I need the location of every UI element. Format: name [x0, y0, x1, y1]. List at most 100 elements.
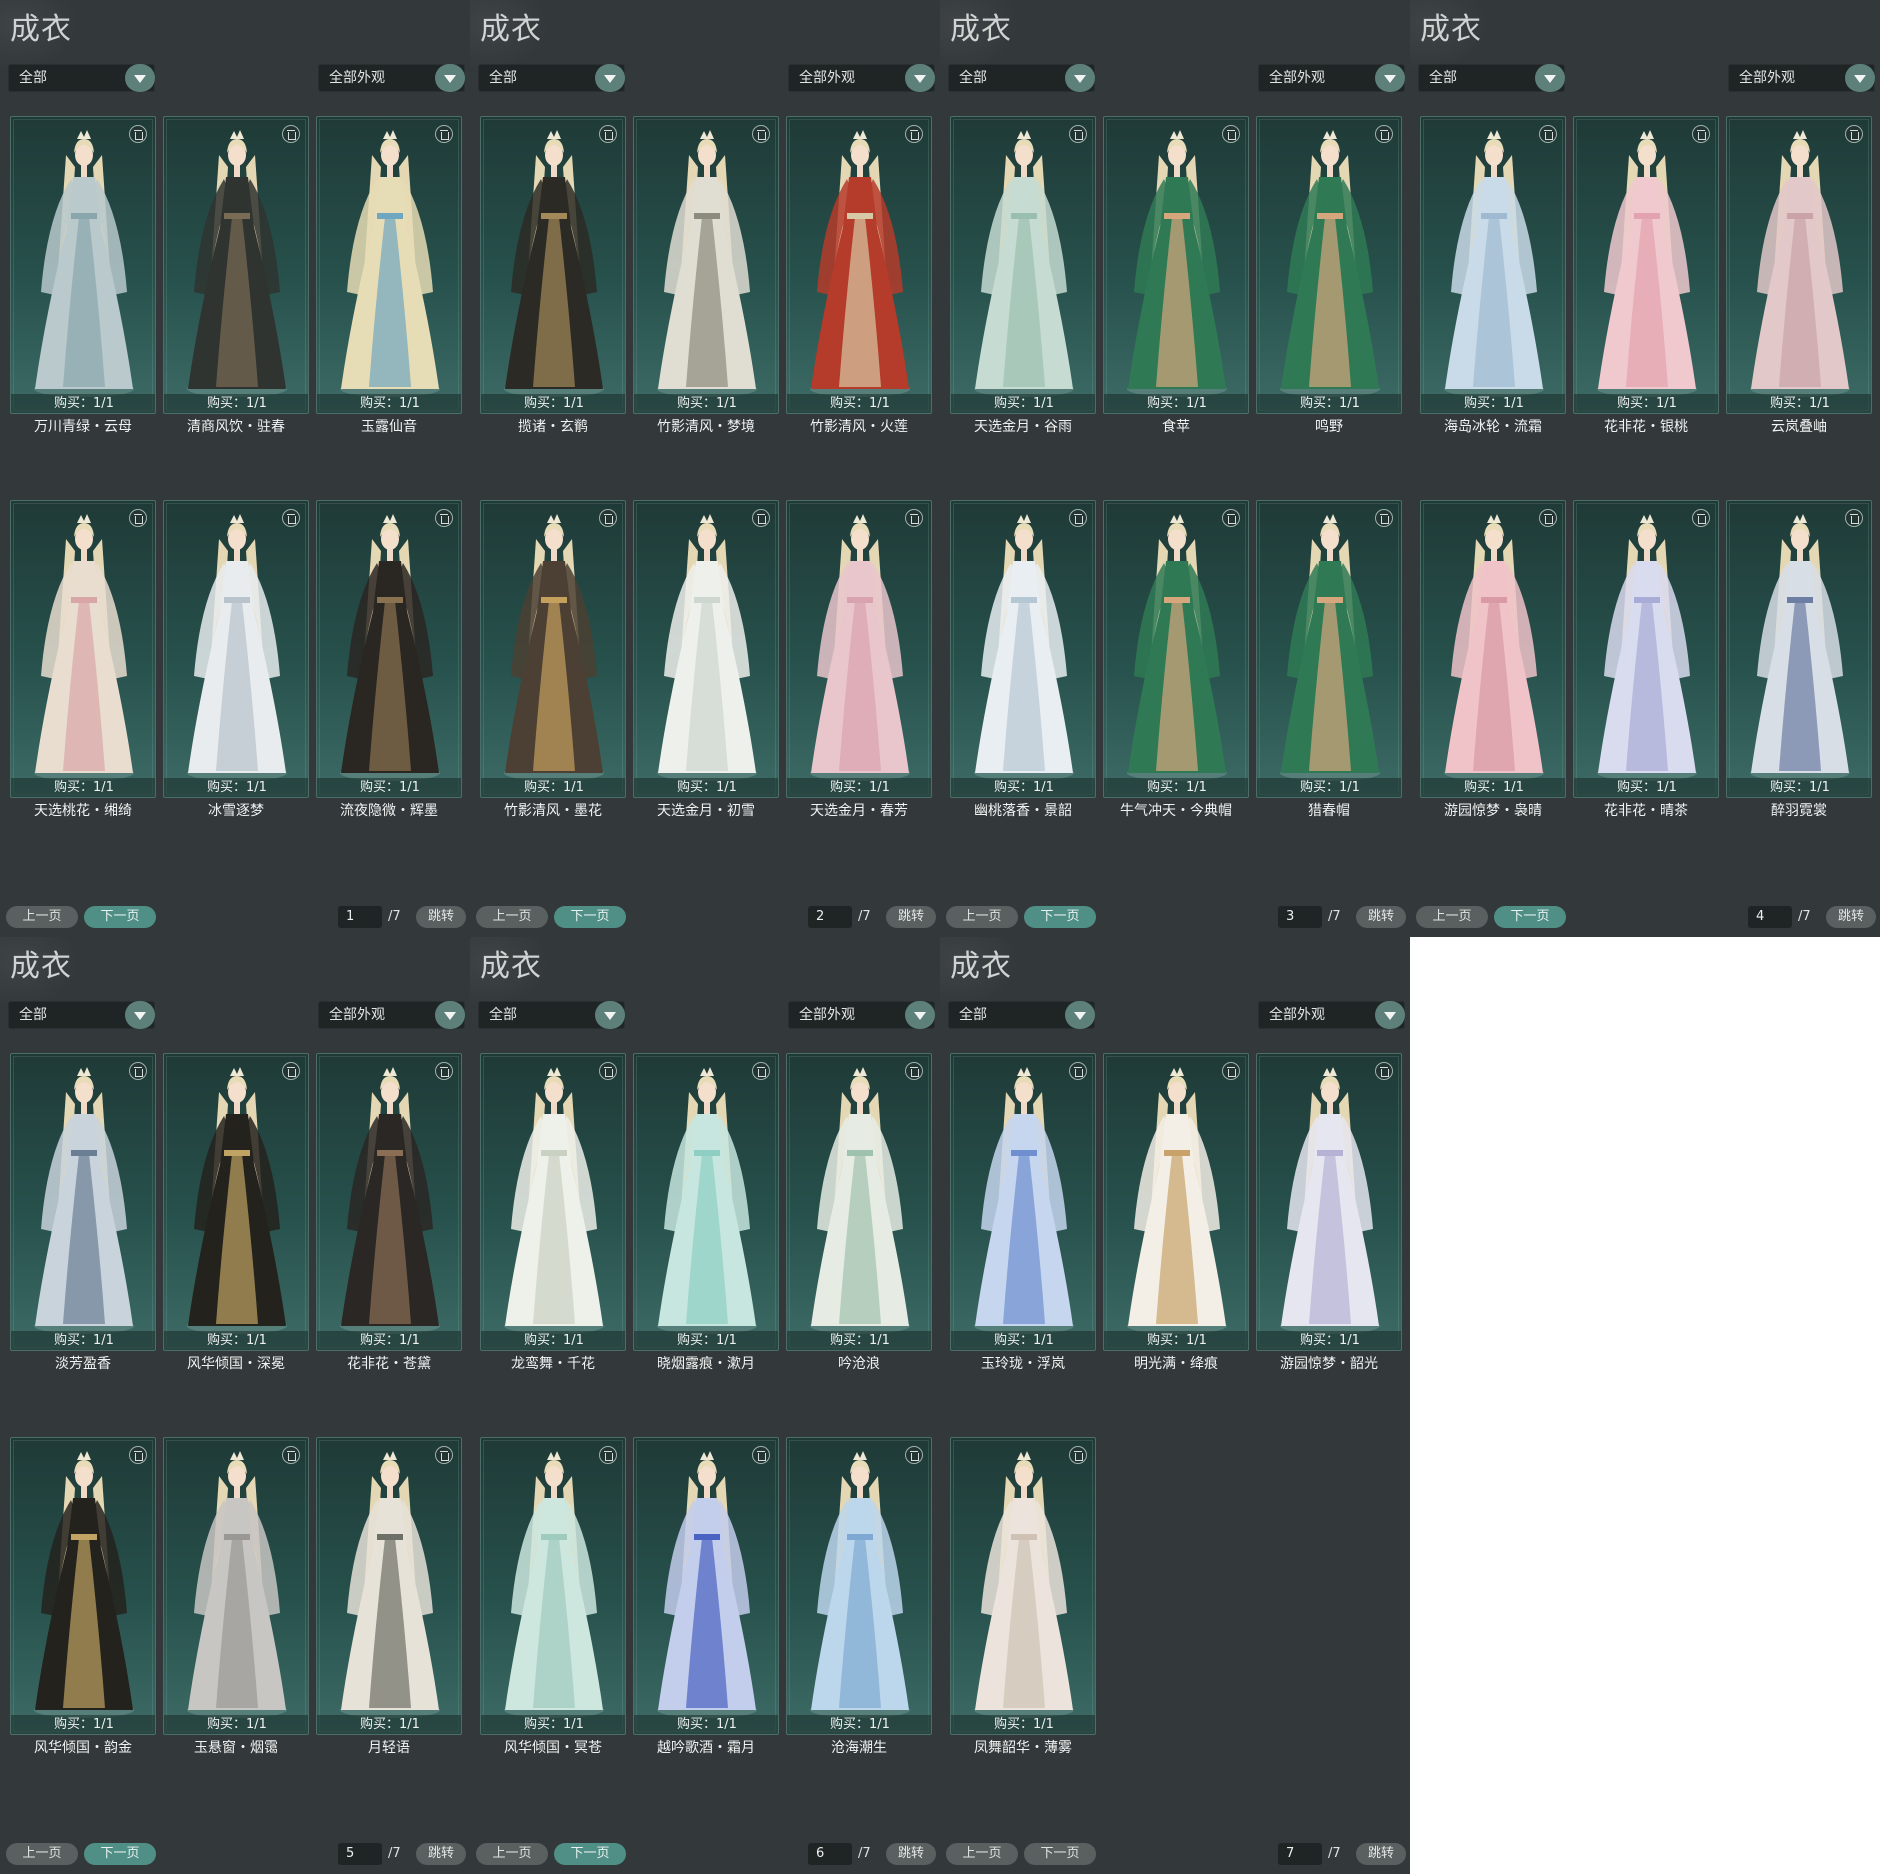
outfit-preview[interactable]: 购买：1/1 [480, 1053, 626, 1351]
outfit-card[interactable]: 购买：1/1 龙鸾舞・千花 [480, 1053, 626, 1372]
page-number-input[interactable]: 2 [808, 906, 852, 928]
prev-page-button[interactable]: 上一页 [1416, 906, 1488, 928]
chevron-down-icon[interactable] [125, 1001, 155, 1029]
outfit-card[interactable]: 购买：1/1 风华倾国・深冕 [163, 1053, 309, 1372]
outfit-card[interactable]: 购买：1/1 天选桃花・缃绮 [10, 500, 156, 819]
outfit-card[interactable]: 购买：1/1 淡芳盈香 [10, 1053, 156, 1372]
outfit-card[interactable]: 购买：1/1 吟沧浪 [786, 1053, 932, 1372]
outfit-preview[interactable]: 购买：1/1 [950, 116, 1096, 414]
chevron-down-icon[interactable] [595, 64, 625, 92]
trash-icon[interactable] [905, 1062, 923, 1080]
trash-icon[interactable] [599, 125, 617, 143]
outfit-preview[interactable]: 购买：1/1 [1573, 500, 1719, 798]
outfit-card[interactable]: 购买：1/1 竹影清风・梦境 [633, 116, 779, 435]
trash-icon[interactable] [1692, 125, 1710, 143]
outfit-card[interactable]: 购买：1/1 流夜隐微・辉墨 [316, 500, 462, 819]
trash-icon[interactable] [1375, 509, 1393, 527]
outfit-preview[interactable]: 购买：1/1 [633, 1437, 779, 1735]
category-filter-dropdown[interactable]: 全部 [8, 1001, 155, 1029]
outfit-card[interactable]: 购买：1/1 清商风饮・驻春 [163, 116, 309, 435]
trash-icon[interactable] [129, 509, 147, 527]
outfit-card[interactable]: 购买：1/1 食苹 [1103, 116, 1249, 435]
page-number-input[interactable]: 5 [338, 1843, 382, 1865]
outfit-preview[interactable]: 购买：1/1 [163, 1437, 309, 1735]
trash-icon[interactable] [1845, 509, 1863, 527]
jump-button[interactable]: 跳转 [1826, 906, 1876, 928]
outfit-card[interactable]: 购买：1/1 花非花・苍黛 [316, 1053, 462, 1372]
outfit-card[interactable]: 购买：1/1 明光满・绛痕 [1103, 1053, 1249, 1372]
outfit-card[interactable]: 购买：1/1 幽桃落香・景韶 [950, 500, 1096, 819]
trash-icon[interactable] [1069, 509, 1087, 527]
trash-icon[interactable] [1539, 509, 1557, 527]
outfit-card[interactable]: 购买：1/1 游园惊梦・韶光 [1256, 1053, 1402, 1372]
jump-button[interactable]: 跳转 [1356, 1843, 1406, 1865]
outfit-preview[interactable]: 购买：1/1 [1256, 500, 1402, 798]
outfit-preview[interactable]: 购买：1/1 [10, 116, 156, 414]
trash-icon[interactable] [1845, 125, 1863, 143]
trash-icon[interactable] [1069, 125, 1087, 143]
outfit-card[interactable]: 购买：1/1 越吟歌酒・霜月 [633, 1437, 779, 1756]
next-page-button[interactable]: 下一页 [1024, 906, 1096, 928]
trash-icon[interactable] [905, 125, 923, 143]
chevron-down-icon[interactable] [1375, 1001, 1405, 1029]
trash-icon[interactable] [1375, 1062, 1393, 1080]
outfit-card[interactable]: 购买：1/1 晓烟露痕・漱月 [633, 1053, 779, 1372]
next-page-button[interactable]: 下一页 [84, 1843, 156, 1865]
outfit-preview[interactable]: 购买：1/1 [480, 500, 626, 798]
chevron-down-icon[interactable] [1065, 1001, 1095, 1029]
chevron-down-icon[interactable] [435, 1001, 465, 1029]
next-page-button[interactable]: 下一页 [1494, 906, 1566, 928]
page-number-input[interactable]: 3 [1278, 906, 1322, 928]
trash-icon[interactable] [1222, 125, 1240, 143]
trash-icon[interactable] [435, 125, 453, 143]
outfit-card[interactable]: 购买：1/1 天选金月・初雪 [633, 500, 779, 819]
trash-icon[interactable] [129, 1062, 147, 1080]
category-filter-dropdown[interactable]: 全部 [1418, 64, 1565, 92]
next-page-button[interactable]: 下一页 [84, 906, 156, 928]
trash-icon[interactable] [1069, 1446, 1087, 1464]
outfit-preview[interactable]: 购买：1/1 [316, 500, 462, 798]
outfit-card[interactable]: 购买：1/1 鸣野 [1256, 116, 1402, 435]
outfit-preview[interactable]: 购买：1/1 [950, 500, 1096, 798]
appearance-filter-dropdown[interactable]: 全部外观 [788, 1001, 935, 1029]
outfit-card[interactable]: 购买：1/1 海岛冰轮・流霜 [1420, 116, 1566, 435]
prev-page-button[interactable]: 上一页 [476, 906, 548, 928]
outfit-preview[interactable]: 购买：1/1 [786, 500, 932, 798]
outfit-card[interactable]: 购买：1/1 冰雪逐梦 [163, 500, 309, 819]
outfit-card[interactable]: 购买：1/1 沧海潮生 [786, 1437, 932, 1756]
chevron-down-icon[interactable] [905, 64, 935, 92]
chevron-down-icon[interactable] [595, 1001, 625, 1029]
page-number-input[interactable]: 6 [808, 1843, 852, 1865]
trash-icon[interactable] [1692, 509, 1710, 527]
outfit-preview[interactable]: 购买：1/1 [633, 116, 779, 414]
trash-icon[interactable] [435, 509, 453, 527]
trash-icon[interactable] [905, 509, 923, 527]
next-page-button[interactable]: 下一页 [554, 1843, 626, 1865]
chevron-down-icon[interactable] [125, 64, 155, 92]
outfit-preview[interactable]: 购买：1/1 [1726, 116, 1872, 414]
next-page-button[interactable]: 下一页 [554, 906, 626, 928]
prev-page-button[interactable]: 上一页 [946, 1843, 1018, 1865]
outfit-card[interactable]: 购买：1/1 竹影清风・火莲 [786, 116, 932, 435]
outfit-preview[interactable]: 购买：1/1 [10, 1053, 156, 1351]
outfit-card[interactable]: 购买：1/1 月轻语 [316, 1437, 462, 1756]
outfit-card[interactable]: 购买：1/1 竹影清风・墨花 [480, 500, 626, 819]
category-filter-dropdown[interactable]: 全部 [478, 64, 625, 92]
jump-button[interactable]: 跳转 [416, 1843, 466, 1865]
jump-button[interactable]: 跳转 [886, 906, 936, 928]
appearance-filter-dropdown[interactable]: 全部外观 [1728, 64, 1875, 92]
outfit-preview[interactable]: 购买：1/1 [1103, 500, 1249, 798]
trash-icon[interactable] [282, 509, 300, 527]
outfit-card[interactable]: 购买：1/1 醉羽霓裳 [1726, 500, 1872, 819]
trash-icon[interactable] [282, 1446, 300, 1464]
appearance-filter-dropdown[interactable]: 全部外观 [1258, 64, 1405, 92]
category-filter-dropdown[interactable]: 全部 [478, 1001, 625, 1029]
outfit-card[interactable]: 购买：1/1 玉玲珑・浮岚 [950, 1053, 1096, 1372]
appearance-filter-dropdown[interactable]: 全部外观 [318, 64, 465, 92]
outfit-preview[interactable]: 购买：1/1 [1103, 116, 1249, 414]
outfit-preview[interactable]: 购买：1/1 [1256, 116, 1402, 414]
outfit-card[interactable]: 购买：1/1 牛气冲天・今典帽 [1103, 500, 1249, 819]
jump-button[interactable]: 跳转 [886, 1843, 936, 1865]
outfit-preview[interactable]: 购买：1/1 [1103, 1053, 1249, 1351]
outfit-preview[interactable]: 购买：1/1 [10, 500, 156, 798]
